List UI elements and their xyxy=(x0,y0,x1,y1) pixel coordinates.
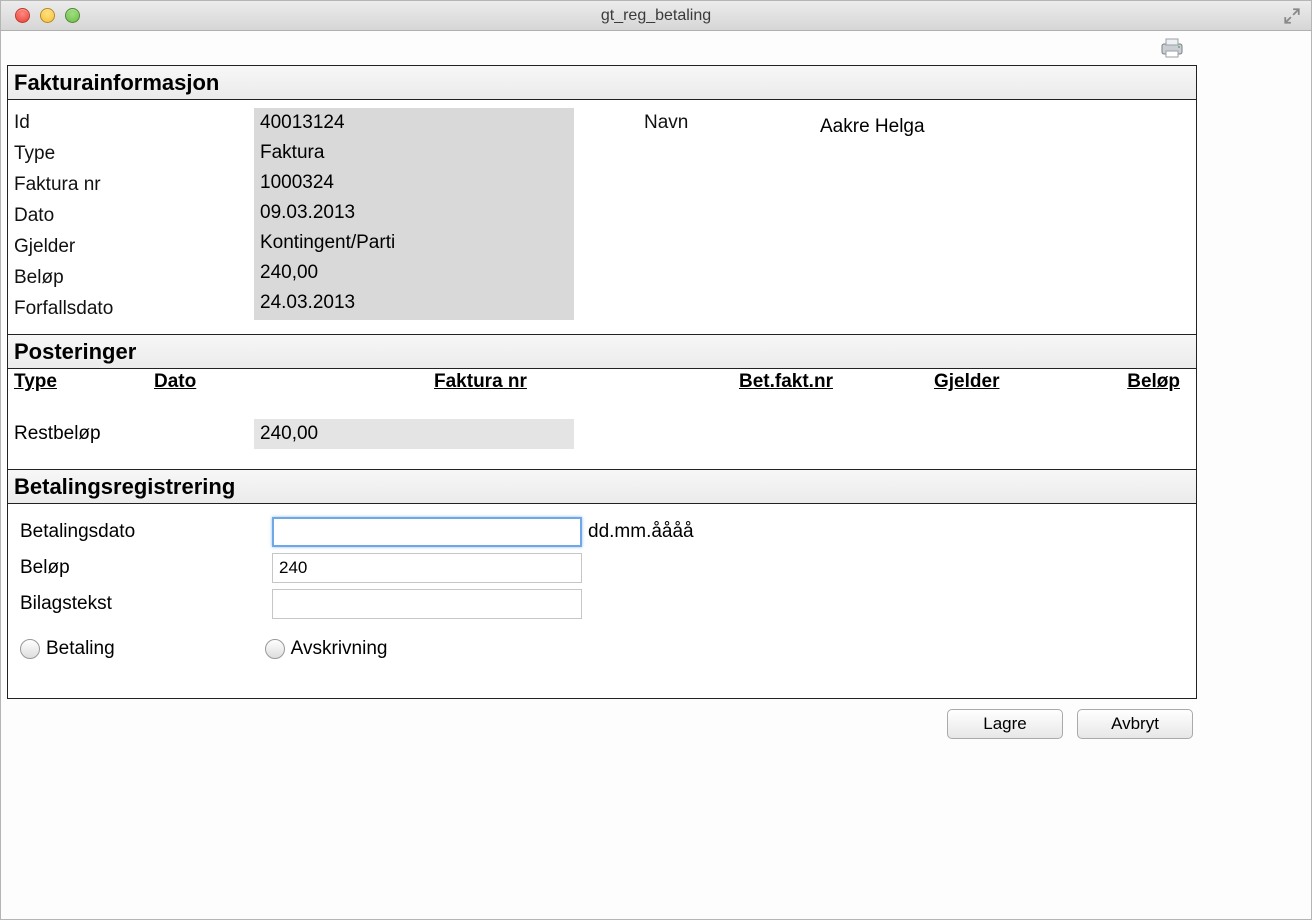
col-gjelder: Gjelder xyxy=(934,371,1114,393)
label-type: Type xyxy=(14,143,254,165)
window: gt_reg_betaling Fakturainformasjon xyxy=(0,0,1312,920)
label-belop: Beløp xyxy=(14,267,254,289)
lagre-button[interactable]: Lagre xyxy=(947,709,1063,739)
input-belop[interactable] xyxy=(272,553,582,583)
radio-dot-icon xyxy=(265,639,285,659)
radio-dot-icon xyxy=(20,639,40,659)
value-navn: Aakre Helga xyxy=(814,112,1190,142)
window-title: gt_reg_betaling xyxy=(1,7,1311,25)
value-faktura-nr: 1000324 xyxy=(254,168,574,198)
footer: Lagre Avbryt xyxy=(7,699,1197,739)
label-faktura-nr: Faktura nr xyxy=(14,174,254,196)
value-dato: 09.03.2013 xyxy=(254,198,574,228)
value-gjelder: Kontingent/Parti xyxy=(254,228,574,258)
radio-avskrivning-label: Avskrivning xyxy=(291,638,388,660)
col-dato: Dato xyxy=(154,371,434,393)
content: Fakturainformasjon Id Type Faktura nr Da… xyxy=(1,31,1311,919)
posteringer-columns: Type Dato Faktura nr Bet.fakt.nr Gjelder… xyxy=(8,369,1196,403)
label-bilagstekst: Bilagstekst xyxy=(20,593,272,615)
value-type: Faktura xyxy=(254,138,574,168)
label-dato: Dato xyxy=(14,205,254,227)
restbelop-label: Restbeløp xyxy=(14,423,254,445)
value-id: 40013124 xyxy=(254,108,574,138)
toolbar xyxy=(7,37,1305,65)
main-panel: Fakturainformasjon Id Type Faktura nr Da… xyxy=(7,65,1197,699)
input-betalingsdato[interactable] xyxy=(272,517,582,547)
label-gjelder: Gjelder xyxy=(14,236,254,258)
col-belop: Beløp xyxy=(1114,371,1190,393)
row-bilagstekst: Bilagstekst xyxy=(14,586,1190,622)
label-id: Id xyxy=(14,112,254,134)
row-betalingsdato: Betalingsdato dd.mm.åååå xyxy=(14,514,1190,550)
restbelop-row: Restbeløp 240,00 xyxy=(8,403,1196,469)
label-belop-form: Beløp xyxy=(20,557,272,579)
label-forfallsdato: Forfallsdato xyxy=(14,298,254,320)
restbelop-value: 240,00 xyxy=(254,419,574,449)
label-navn: Navn xyxy=(574,112,814,134)
section-header-posteringer: Posteringer xyxy=(8,335,1196,369)
value-belop: 240,00 xyxy=(254,258,574,288)
titlebar: gt_reg_betaling xyxy=(1,1,1311,31)
print-icon[interactable] xyxy=(1159,37,1185,59)
value-forfallsdato: 24.03.2013 xyxy=(254,288,574,318)
col-faktura-nr: Faktura nr xyxy=(434,371,739,393)
section-header-info: Fakturainformasjon xyxy=(8,66,1196,100)
section-header-betaling: Betalingsregistrering xyxy=(8,470,1196,504)
row-belop: Beløp xyxy=(14,550,1190,586)
col-type: Type xyxy=(14,371,154,393)
label-betalingsdato: Betalingsdato xyxy=(20,521,272,543)
input-bilagstekst[interactable] xyxy=(272,589,582,619)
section-body-betaling: Betalingsdato dd.mm.åååå Beløp Bilagstek… xyxy=(8,504,1196,698)
avbryt-button[interactable]: Avbryt xyxy=(1077,709,1193,739)
radio-betaling[interactable]: Betaling xyxy=(20,638,115,660)
section-body-info: Id Type Faktura nr Dato Gjelder Beløp Fo… xyxy=(8,100,1196,334)
hint-date-format: dd.mm.åååå xyxy=(582,521,694,543)
col-bet-fakt-nr: Bet.fakt.nr xyxy=(739,371,934,393)
radio-betaling-label: Betaling xyxy=(46,638,115,660)
expand-icon[interactable] xyxy=(1283,7,1301,25)
radio-row: Betaling Avskrivning xyxy=(14,622,1190,684)
radio-avskrivning[interactable]: Avskrivning xyxy=(265,638,388,660)
